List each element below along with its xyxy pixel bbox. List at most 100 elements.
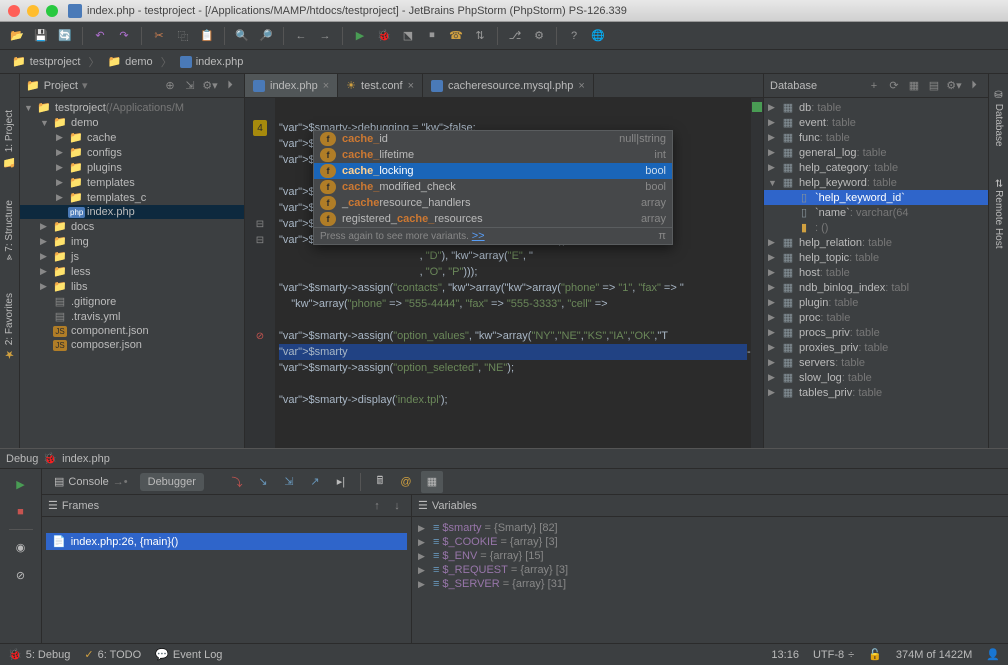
db-tree-item[interactable]: ▶▦slow_log: table — [764, 370, 988, 385]
paste-button[interactable]: 📋 — [196, 25, 218, 47]
breadcrumb-item[interactable]: index.php — [174, 54, 250, 70]
tree-item[interactable]: ▶📁configs — [20, 145, 244, 160]
autocomplete-item[interactable]: f_cacheresource_handlersarray — [314, 195, 672, 211]
tree-item[interactable]: ▤.travis.yml — [20, 309, 244, 324]
console-button[interactable]: ▤ — [926, 78, 942, 94]
tree-item[interactable]: ▶📁img — [20, 234, 244, 249]
step-over-button[interactable]: ⤵ — [226, 471, 248, 493]
close-tab-button[interactable]: × — [408, 80, 414, 92]
tree-item[interactable]: ▶📁templates — [20, 175, 244, 190]
editor[interactable]: 4 ⊟ ⊟ ⊘ "var">$smarty->debugging = "kw">… — [245, 98, 763, 448]
zoom-window-button[interactable] — [46, 5, 58, 17]
tree-item[interactable]: ▼📁demo — [20, 115, 244, 130]
db-tree-item[interactable]: ▶▦tables_priv: table — [764, 385, 988, 400]
debug-button[interactable]: 🐞 — [373, 25, 395, 47]
tree-item[interactable]: ▶📁templates_c — [20, 190, 244, 205]
force-step-into-button[interactable]: ⇲ — [278, 471, 300, 493]
todo-status-button[interactable]: ✓6: TODO — [84, 648, 141, 661]
replace-button[interactable]: 🔎 — [255, 25, 277, 47]
frame-down-button[interactable]: ↓ — [389, 498, 405, 514]
copy-button[interactable]: ⿻ — [172, 25, 194, 47]
hide-db-panel-button[interactable]: ⏵ — [966, 78, 982, 94]
stop-debug-button[interactable]: ■ — [10, 501, 32, 523]
evaluate-button[interactable]: 🖩 — [369, 471, 391, 493]
resume-button[interactable]: ▶ — [10, 473, 32, 495]
lock-indicator[interactable]: 🔓 — [868, 648, 882, 661]
variable-row[interactable]: ▶≡ $_SERVER = {array} [31] — [416, 577, 1004, 591]
tree-item[interactable]: JScomposer.json — [20, 338, 244, 352]
find-button[interactable]: 🔍 — [231, 25, 253, 47]
help-button[interactable]: ? — [563, 25, 585, 47]
db-tree-item[interactable]: ▶▦procs_priv: table — [764, 325, 988, 340]
editor-tab[interactable]: index.php× — [245, 74, 338, 97]
db-tree-item[interactable]: ▶▦proxies_priv: table — [764, 340, 988, 355]
autocomplete-item[interactable]: fcache_lifetimeint — [314, 147, 672, 163]
breadcrumb-item[interactable]: 📁demo — [101, 53, 158, 70]
line-col-indicator[interactable]: 13:16 — [771, 649, 799, 661]
variable-row[interactable]: ▶≡ $_REQUEST = {array} [3] — [416, 563, 1004, 577]
add-datasource-button[interactable]: + — [866, 78, 882, 94]
db-tree-item[interactable]: ▶▦help_topic: table — [764, 250, 988, 265]
database-tool-tab[interactable]: ⛁ Database — [991, 84, 1006, 153]
panel-settings-button[interactable]: ⚙▾ — [202, 78, 218, 94]
run-button[interactable]: ▶ — [349, 25, 371, 47]
save-all-button[interactable]: 💾 — [30, 25, 52, 47]
db-tree-item[interactable]: ▶▦db: table — [764, 100, 988, 115]
project-tool-tab[interactable]: 📁 1: Project — [1, 104, 18, 174]
db-tree-item[interactable]: ▶▦general_log: table — [764, 145, 988, 160]
db-tree-item[interactable]: ▯`help_keyword_id` — [764, 190, 988, 205]
tree-item[interactable]: ▶📁less — [20, 264, 244, 279]
tree-item[interactable]: ▶📁docs — [20, 219, 244, 234]
autocomplete-item[interactable]: fregistered_cache_resourcesarray — [314, 211, 672, 227]
memory-indicator[interactable]: 374M of 1422M — [896, 649, 972, 661]
tree-item[interactable]: ▼📁testproject (/Applications/M — [20, 100, 244, 115]
view-breakpoints-button[interactable]: ◉ — [10, 536, 32, 558]
variable-row[interactable]: ▶≡ $_ENV = {array} [15] — [416, 549, 1004, 563]
tree-item[interactable]: ▶📁plugins — [20, 160, 244, 175]
db-tree-item[interactable]: ▶▦event: table — [764, 115, 988, 130]
coverage-button[interactable]: ⬔ — [397, 25, 419, 47]
db-settings-button[interactable]: ⚙▾ — [946, 78, 962, 94]
stop-button[interactable]: ⏹ — [421, 25, 443, 47]
editor-tab[interactable]: ☀test.conf× — [338, 74, 423, 97]
listen-debug-button[interactable]: ☎ — [445, 25, 467, 47]
settings-button[interactable]: ⚙ — [528, 25, 550, 47]
db-tree-item[interactable]: ▼▦help_keyword: table — [764, 175, 988, 190]
browser-button[interactable]: 🌐 — [587, 25, 609, 47]
console-tab[interactable]: ▤Console →• — [46, 472, 136, 491]
close-window-button[interactable] — [8, 5, 20, 17]
tree-item[interactable]: JScomponent.json — [20, 324, 244, 338]
db-tree-item[interactable]: ▶▦help_relation: table — [764, 235, 988, 250]
mute-breakpoints-button[interactable]: ⊘ — [10, 564, 32, 586]
filter-button[interactable]: ▦ — [906, 78, 922, 94]
tree-item[interactable]: ▤.gitignore — [20, 294, 244, 309]
autocomplete-item[interactable]: fcache_modified_checkbool — [314, 179, 672, 195]
db-tree-item[interactable]: ▶▦host: table — [764, 265, 988, 280]
favorites-tool-tab[interactable]: ★ 2: Favorites — [1, 287, 18, 367]
project-tree[interactable]: ▼📁testproject (/Applications/M▼📁demo▶📁ca… — [20, 98, 244, 448]
tree-item[interactable]: phpindex.php — [20, 205, 244, 219]
db-tree-item[interactable]: ▯`name`: varchar(64 — [764, 205, 988, 220]
step-into-button[interactable]: ↘ — [252, 471, 274, 493]
db-tree-item[interactable]: ▶▦plugin: table — [764, 295, 988, 310]
redo-button[interactable]: ↷ — [113, 25, 135, 47]
editor-gutter[interactable]: 4 ⊟ ⊟ ⊘ — [245, 98, 275, 448]
refresh-button[interactable]: ⟳ — [886, 78, 902, 94]
marker-stripe[interactable] — [751, 98, 763, 448]
run-to-cursor-button[interactable]: ▸| — [330, 471, 352, 493]
vcs-button[interactable]: ⎇ — [504, 25, 526, 47]
minimize-window-button[interactable] — [27, 5, 39, 17]
step-out-button[interactable]: ↗ — [304, 471, 326, 493]
tree-item[interactable]: ▶📁libs — [20, 279, 244, 294]
forward-button[interactable]: → — [314, 25, 336, 47]
watch-button[interactable]: @ — [395, 471, 417, 493]
hector-icon[interactable]: 👤 — [986, 648, 1000, 661]
debugger-tab[interactable]: Debugger — [140, 473, 204, 491]
layout-button[interactable]: ▦ — [421, 471, 443, 493]
remote-host-tool-tab[interactable]: ⇄ Remote Host — [991, 173, 1006, 255]
variable-row[interactable]: ▶≡ $smarty = {Smarty} [82] — [416, 521, 1004, 535]
sync-button[interactable]: 🔄 — [54, 25, 76, 47]
hide-panel-button[interactable]: ⏵ — [222, 78, 238, 94]
eventlog-status-button[interactable]: 💬Event Log — [155, 648, 222, 661]
close-tab-button[interactable]: × — [578, 80, 584, 92]
